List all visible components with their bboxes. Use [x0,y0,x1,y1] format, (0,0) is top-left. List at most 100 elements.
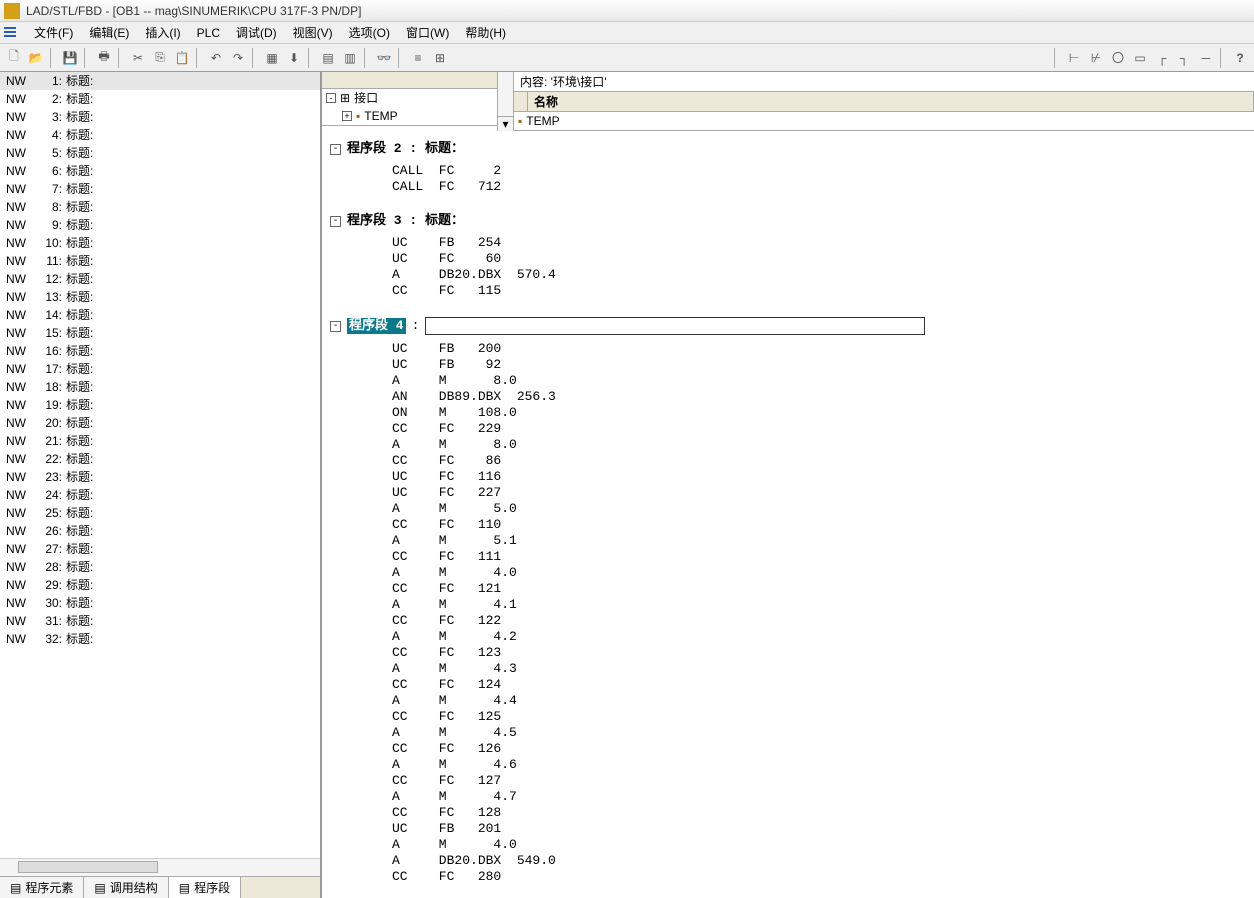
code-line[interactable]: A M 5.0 [330,501,1246,517]
menu-help[interactable]: 帮助(H) [457,24,514,41]
branch-open-icon[interactable]: ┌ [1152,48,1172,68]
network-row[interactable]: NW11:标题: [0,252,320,270]
copy-icon[interactable]: ⎘ [150,48,170,68]
box-icon[interactable]: ▭ [1130,48,1150,68]
network-row[interactable]: NW7:标题: [0,180,320,198]
network-row[interactable]: NW28:标题: [0,558,320,576]
menu-debug[interactable]: 调试(D) [228,24,285,41]
network-row[interactable]: NW26:标题: [0,522,320,540]
menu-view[interactable]: 视图(V) [285,24,341,41]
code-line[interactable]: UC FC 227 [330,485,1246,501]
connect-icon[interactable]: ─ [1196,48,1216,68]
download-icon[interactable]: ⬇ [284,48,304,68]
expand-icon[interactable]: + [342,111,352,121]
network-row[interactable]: NW32:标题: [0,630,320,648]
code-line[interactable]: AN DB89.DBX 256.3 [330,389,1246,405]
code-line[interactable]: A M 8.0 [330,373,1246,389]
code-line[interactable]: A M 8.0 [330,437,1246,453]
contact-n-icon[interactable]: ⊬ [1086,48,1106,68]
code-line[interactable]: CC FC 123 [330,645,1246,661]
code-line[interactable]: A DB20.DBX 549.0 [330,853,1246,869]
network-row[interactable]: NW18:标题: [0,378,320,396]
code-area[interactable]: - 程序段 2 : 标题： CALL FC 2CALL FC 712 - 程序段… [322,131,1254,898]
code-line[interactable]: CC FC 86 [330,453,1246,469]
code-line[interactable]: CC FC 128 [330,805,1246,821]
collapse-icon[interactable]: - [326,93,336,103]
code-line[interactable]: UC FC 60 [330,251,1246,267]
code-line[interactable]: UC FB 92 [330,357,1246,373]
network-row[interactable]: NW17:标题: [0,360,320,378]
code-line[interactable]: CC FC 115 [330,283,1246,299]
code-line[interactable]: A M 5.1 [330,533,1246,549]
code-line[interactable]: A M 4.3 [330,661,1246,677]
tree-temp[interactable]: + ▪ TEMP [322,107,497,126]
tree-icon[interactable]: ▤ [318,48,338,68]
network-row[interactable]: NW31:标题: [0,612,320,630]
code-line[interactable]: A DB20.DBX 570.4 [330,267,1246,283]
menu-file[interactable]: 文件(F) [26,24,81,41]
network-row[interactable]: NW29:标题: [0,576,320,594]
tab-networks[interactable]: ▤ 程序段 [169,877,241,898]
code-line[interactable]: CALL FC 2 [330,163,1246,179]
network-row[interactable]: NW3:标题: [0,108,320,126]
network-row[interactable]: NW27:标题: [0,540,320,558]
tab-program-elements[interactable]: ▤ 程序元素 [0,877,84,898]
code-line[interactable]: CC FC 280 [330,869,1246,885]
network-row[interactable]: NW14:标题: [0,306,320,324]
collapse-icon[interactable]: - [330,144,341,155]
print-icon[interactable]: 🖶 [94,48,114,68]
segment-title-selected[interactable]: 程序段 4 [347,318,406,334]
network-row[interactable]: NW2:标题: [0,90,320,108]
network-row[interactable]: NW19:标题: [0,396,320,414]
code-line[interactable]: A M 4.2 [330,629,1246,645]
nw-insert-icon[interactable]: ≡ [408,48,428,68]
cut-icon[interactable]: ✂ [128,48,148,68]
code-line[interactable]: A M 4.6 [330,757,1246,773]
network-row[interactable]: NW5:标题: [0,144,320,162]
open-icon[interactable]: 📂 [26,48,46,68]
code-line[interactable]: A M 4.0 [330,837,1246,853]
save-icon[interactable]: 💾 [60,48,80,68]
network-row[interactable]: NW1:标题: [0,72,320,90]
network-row[interactable]: NW23:标题: [0,468,320,486]
collapse-icon[interactable]: - [330,216,341,227]
block-icon[interactable]: ▦ [262,48,282,68]
dropdown-icon[interactable]: ▾ [498,116,513,131]
network-row[interactable]: NW9:标题: [0,216,320,234]
segment-title-input[interactable] [425,317,925,335]
network-row[interactable]: NW20:标题: [0,414,320,432]
network-row[interactable]: NW16:标题: [0,342,320,360]
network-row[interactable]: NW4:标题: [0,126,320,144]
help-icon[interactable]: ? [1230,48,1250,68]
code-line[interactable]: CC FC 125 [330,709,1246,725]
code-line[interactable]: CC FC 110 [330,517,1246,533]
menu-plc[interactable]: PLC [189,26,228,40]
network-row[interactable]: NW30:标题: [0,594,320,612]
code-line[interactable]: UC FB 201 [330,821,1246,837]
contact-icon[interactable]: ⊢ [1064,48,1084,68]
code-line[interactable]: CC FC 121 [330,581,1246,597]
nw-icon[interactable]: ⊞ [430,48,450,68]
code-line[interactable]: CC FC 229 [330,421,1246,437]
network-row[interactable]: NW10:标题: [0,234,320,252]
xref-icon[interactable]: ▥ [340,48,360,68]
network-row[interactable]: NW12:标题: [0,270,320,288]
menu-options[interactable]: 选项(O) [341,24,398,41]
code-line[interactable]: UC FB 200 [330,341,1246,357]
network-list[interactable]: NW1:标题:NW2:标题:NW3:标题:NW4:标题:NW5:标题:NW6:标… [0,72,320,858]
network-row[interactable]: NW24:标题: [0,486,320,504]
tab-call-structure[interactable]: ▤ 调用结构 [84,877,168,898]
mdi-icon[interactable] [4,27,18,39]
code-line[interactable]: CC FC 124 [330,677,1246,693]
monitor-icon[interactable]: 👓 [374,48,394,68]
redo-icon[interactable]: ↷ [228,48,248,68]
new-icon[interactable]: 🗋 [4,48,24,68]
code-line[interactable]: CC FC 111 [330,549,1246,565]
h-scrollbar[interactable] [0,858,320,876]
code-line[interactable]: CC FC 122 [330,613,1246,629]
network-row[interactable]: NW6:标题: [0,162,320,180]
network-row[interactable]: NW21:标题: [0,432,320,450]
network-row[interactable]: NW25:标题: [0,504,320,522]
code-line[interactable]: UC FB 254 [330,235,1246,251]
menu-edit[interactable]: 编辑(E) [81,24,137,41]
